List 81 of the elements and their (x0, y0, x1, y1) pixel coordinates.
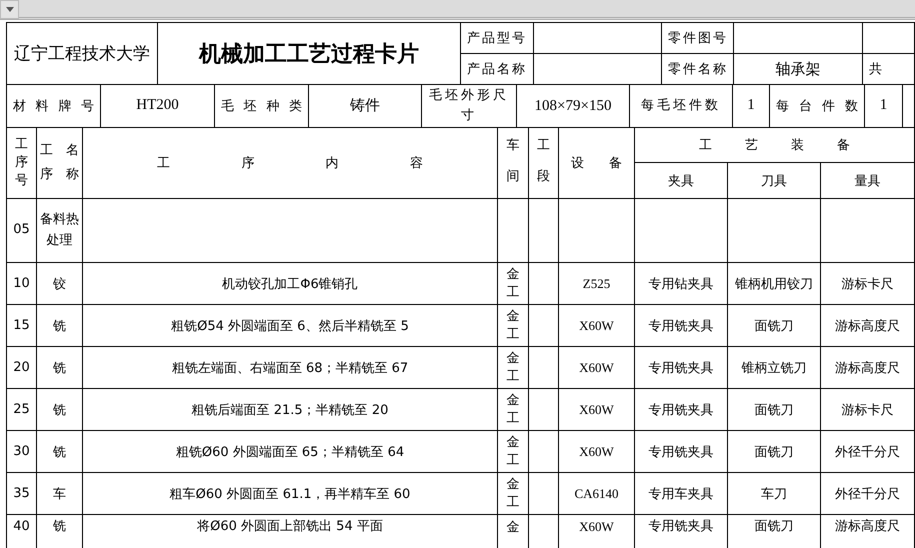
table-cell: 游标卡尺 (820, 262, 915, 304)
table-cell: 40 (6, 514, 36, 548)
table-cell: 游标高度尺 (820, 304, 915, 346)
table-cell: 专用铣夹具 (634, 346, 728, 388)
dropdown-button[interactable] (0, 0, 19, 19)
table-cell: 轴承架 (734, 54, 862, 84)
table-cell: 零件图号 (662, 22, 734, 54)
table-cell: 锥柄立铣刀 (728, 346, 820, 388)
table-cell: 粗铣Ø60 外圆端面至 65；半精铣至 64 (82, 430, 498, 472)
table-cell: 金工 (498, 430, 528, 472)
table-cell: 金工 (498, 262, 528, 304)
table-cell: 共 (862, 54, 914, 84)
table-cell: 金工 (498, 304, 528, 346)
caret-icon (6, 7, 14, 12)
table-cell: HT200 (100, 85, 214, 127)
table-cell: 10 (6, 262, 36, 304)
table-cell: 铰 (36, 262, 82, 304)
table-cell: 粗铣Ø54 外圆端面至 6、然后半精铣至 5 (82, 304, 498, 346)
table-cell: 锥柄机用铰刀 (728, 262, 820, 304)
table-cell: 铸件 (308, 85, 422, 127)
table-cell: 1 (864, 85, 902, 127)
table-cell: 机动铰孔加工Φ6锥销孔 (82, 262, 498, 304)
table-cell: 粗车Ø60 外圆面至 61.1，再半精车至 60 (82, 472, 498, 514)
table-cell: 车刀 (728, 472, 820, 514)
table-cell: 专用钻夹具 (634, 262, 728, 304)
table-header: 工序名称 (36, 128, 82, 198)
table-cell: 铣 (36, 346, 82, 388)
table-header: 刀具 (728, 162, 820, 198)
table-cell: 辽宁工程技术大学 (6, 22, 158, 84)
table-cell: 外径千分尺 (820, 472, 915, 514)
table-cell: Z525 (558, 262, 634, 304)
table-cell: 产品型号 (460, 22, 534, 54)
table-header: 工艺装备 (634, 128, 915, 162)
table-cell: 车 (36, 472, 82, 514)
table-header: 设备 (558, 128, 634, 198)
table-cell: 游标卡尺 (820, 388, 915, 430)
table-cell: 每毛坯件数 (630, 85, 732, 127)
table-cell: 外径千分尺 (820, 430, 915, 472)
table-cell: 零件名称 (662, 54, 734, 84)
table-cell: 备料热处理 (36, 198, 82, 262)
table-cell: 15 (6, 304, 36, 346)
table-cell: 粗铣左端面、右端面至 68；半精铣至 67 (82, 346, 498, 388)
table-cell: 每台件数 (770, 85, 864, 127)
table-header: 工段 (528, 128, 558, 198)
table-cell: X60W (558, 388, 634, 430)
table-cell: X60W (558, 304, 634, 346)
table-cell: 20 (6, 346, 36, 388)
table-cell: 粗铣后端面至 21.5；半精铣至 20 (82, 388, 498, 430)
table-header: 工序内容 (82, 128, 498, 198)
table-cell: 铣 (36, 430, 82, 472)
table-cell: X60W (558, 430, 634, 472)
table-cell: 30 (6, 430, 36, 472)
table-cell: 1 (732, 85, 770, 127)
table-cell: 专用铣夹具 (634, 388, 728, 430)
table-cell: 材料牌号 (6, 85, 100, 127)
table-cell: 游标高度尺 (820, 346, 915, 388)
table-cell: 毛坯外形尺寸 (422, 85, 516, 127)
table-cell: 25 (6, 388, 36, 430)
table-cell: 05 (6, 198, 36, 262)
table-cell: 产品名称 (460, 54, 534, 84)
table-cell: 面铣刀 (728, 304, 820, 346)
table-cell: 铣 (36, 304, 82, 346)
table-cell: 面铣刀 (728, 430, 820, 472)
table-cell: 毛坯种类 (214, 85, 308, 127)
table-cell: 专用铣夹具 (634, 430, 728, 472)
table-cell: 机械加工工艺过程卡片 (158, 22, 460, 84)
table-header: 车间 (498, 128, 528, 198)
table-header: 工序号 (6, 128, 36, 198)
table-cell: 35 (6, 472, 36, 514)
table-cell: 专用铣夹具 (634, 304, 728, 346)
table-header: 夹具 (634, 162, 728, 198)
table-cell: 108×79×150 (516, 85, 630, 127)
table-cell: CA6140 (558, 472, 634, 514)
table-cell: 面铣刀 (728, 388, 820, 430)
table-cell: X60W (558, 346, 634, 388)
table-cell: 专用车夹具 (634, 472, 728, 514)
table-header: 量具 (820, 162, 915, 198)
table-cell: 金工 (498, 388, 528, 430)
table-cell: 铣 (36, 388, 82, 430)
table-cell: 金工 (498, 472, 528, 514)
table-cell: 金工 (498, 346, 528, 388)
